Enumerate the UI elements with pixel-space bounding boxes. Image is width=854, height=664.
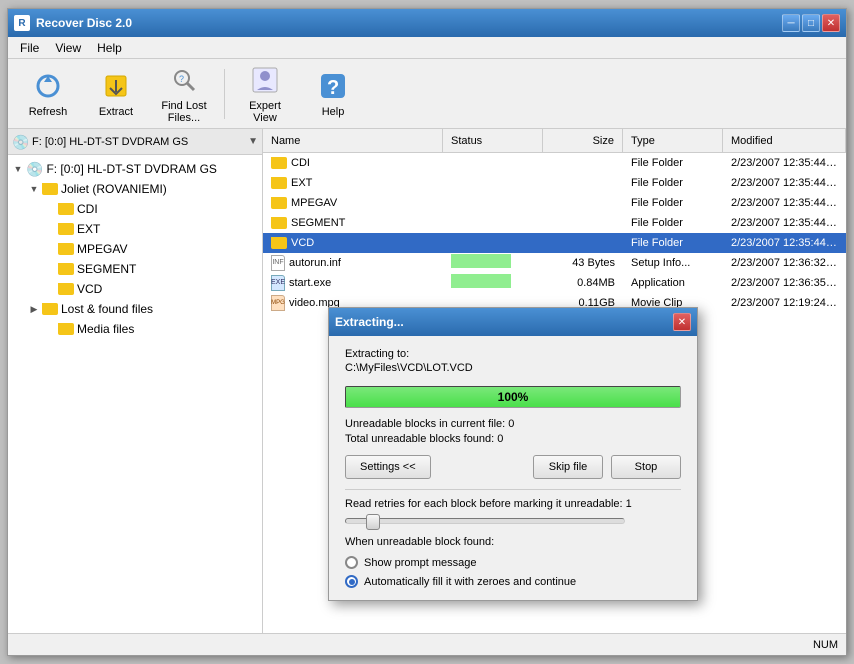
extracting-path: C:\MyFiles\VCD\LOT.VCD — [345, 362, 681, 374]
dialog-overlay: Extracting... ✕ Extracting to: C:\MyFile… — [8, 37, 846, 655]
extracting-dialog: Extracting... ✕ Extracting to: C:\MyFile… — [328, 307, 698, 601]
retries-slider[interactable] — [345, 518, 625, 524]
radio-group: Show prompt message Automatically fill i… — [345, 556, 681, 588]
dialog-buttons: Settings << Skip file Stop — [345, 455, 681, 479]
dialog-close-button[interactable]: ✕ — [673, 313, 691, 331]
unreadable-current-label: Unreadable blocks in current file: 0 — [345, 418, 681, 430]
radio-item-auto-fill[interactable]: Automatically fill it with zeroes and co… — [345, 575, 681, 588]
progress-container: 100% — [345, 386, 681, 408]
dialog-titlebar: Extracting... ✕ — [329, 308, 697, 336]
close-button[interactable]: ✕ — [822, 14, 840, 32]
maximize-button[interactable]: □ — [802, 14, 820, 32]
slider-container — [345, 518, 681, 524]
dialog-body: Extracting to: C:\MyFiles\VCD\LOT.VCD 10… — [329, 336, 697, 600]
settings-button[interactable]: Settings << — [345, 455, 431, 479]
radio-label-show-prompt: Show prompt message — [364, 557, 477, 569]
unreadable-total-label: Total unreadable blocks found: 0 — [345, 433, 681, 445]
extracting-to-label: Extracting to: — [345, 348, 681, 360]
main-window: R Recover Disc 2.0 ─ □ ✕ File View Help … — [7, 8, 847, 656]
skip-file-button[interactable]: Skip file — [533, 455, 603, 479]
radio-label-auto-fill: Automatically fill it with zeroes and co… — [364, 576, 576, 588]
radio-dot-show-prompt — [345, 556, 358, 569]
title-bar-left: R Recover Disc 2.0 — [14, 15, 132, 31]
dialog-separator — [345, 489, 681, 490]
progress-text: 100% — [346, 387, 680, 407]
radio-item-show-prompt[interactable]: Show prompt message — [345, 556, 681, 569]
stop-button[interactable]: Stop — [611, 455, 681, 479]
minimize-button[interactable]: ─ — [782, 14, 800, 32]
app-icon: R — [14, 15, 30, 31]
title-controls: ─ □ ✕ — [782, 14, 840, 32]
title-bar: R Recover Disc 2.0 ─ □ ✕ — [8, 9, 846, 37]
slider-thumb[interactable] — [366, 514, 380, 530]
dialog-title: Extracting... — [335, 315, 404, 329]
retries-label: Read retries for each block before marki… — [345, 498, 681, 510]
radio-dot-auto-fill — [345, 575, 358, 588]
when-label: When unreadable block found: — [345, 536, 681, 548]
window-title: Recover Disc 2.0 — [36, 16, 132, 30]
